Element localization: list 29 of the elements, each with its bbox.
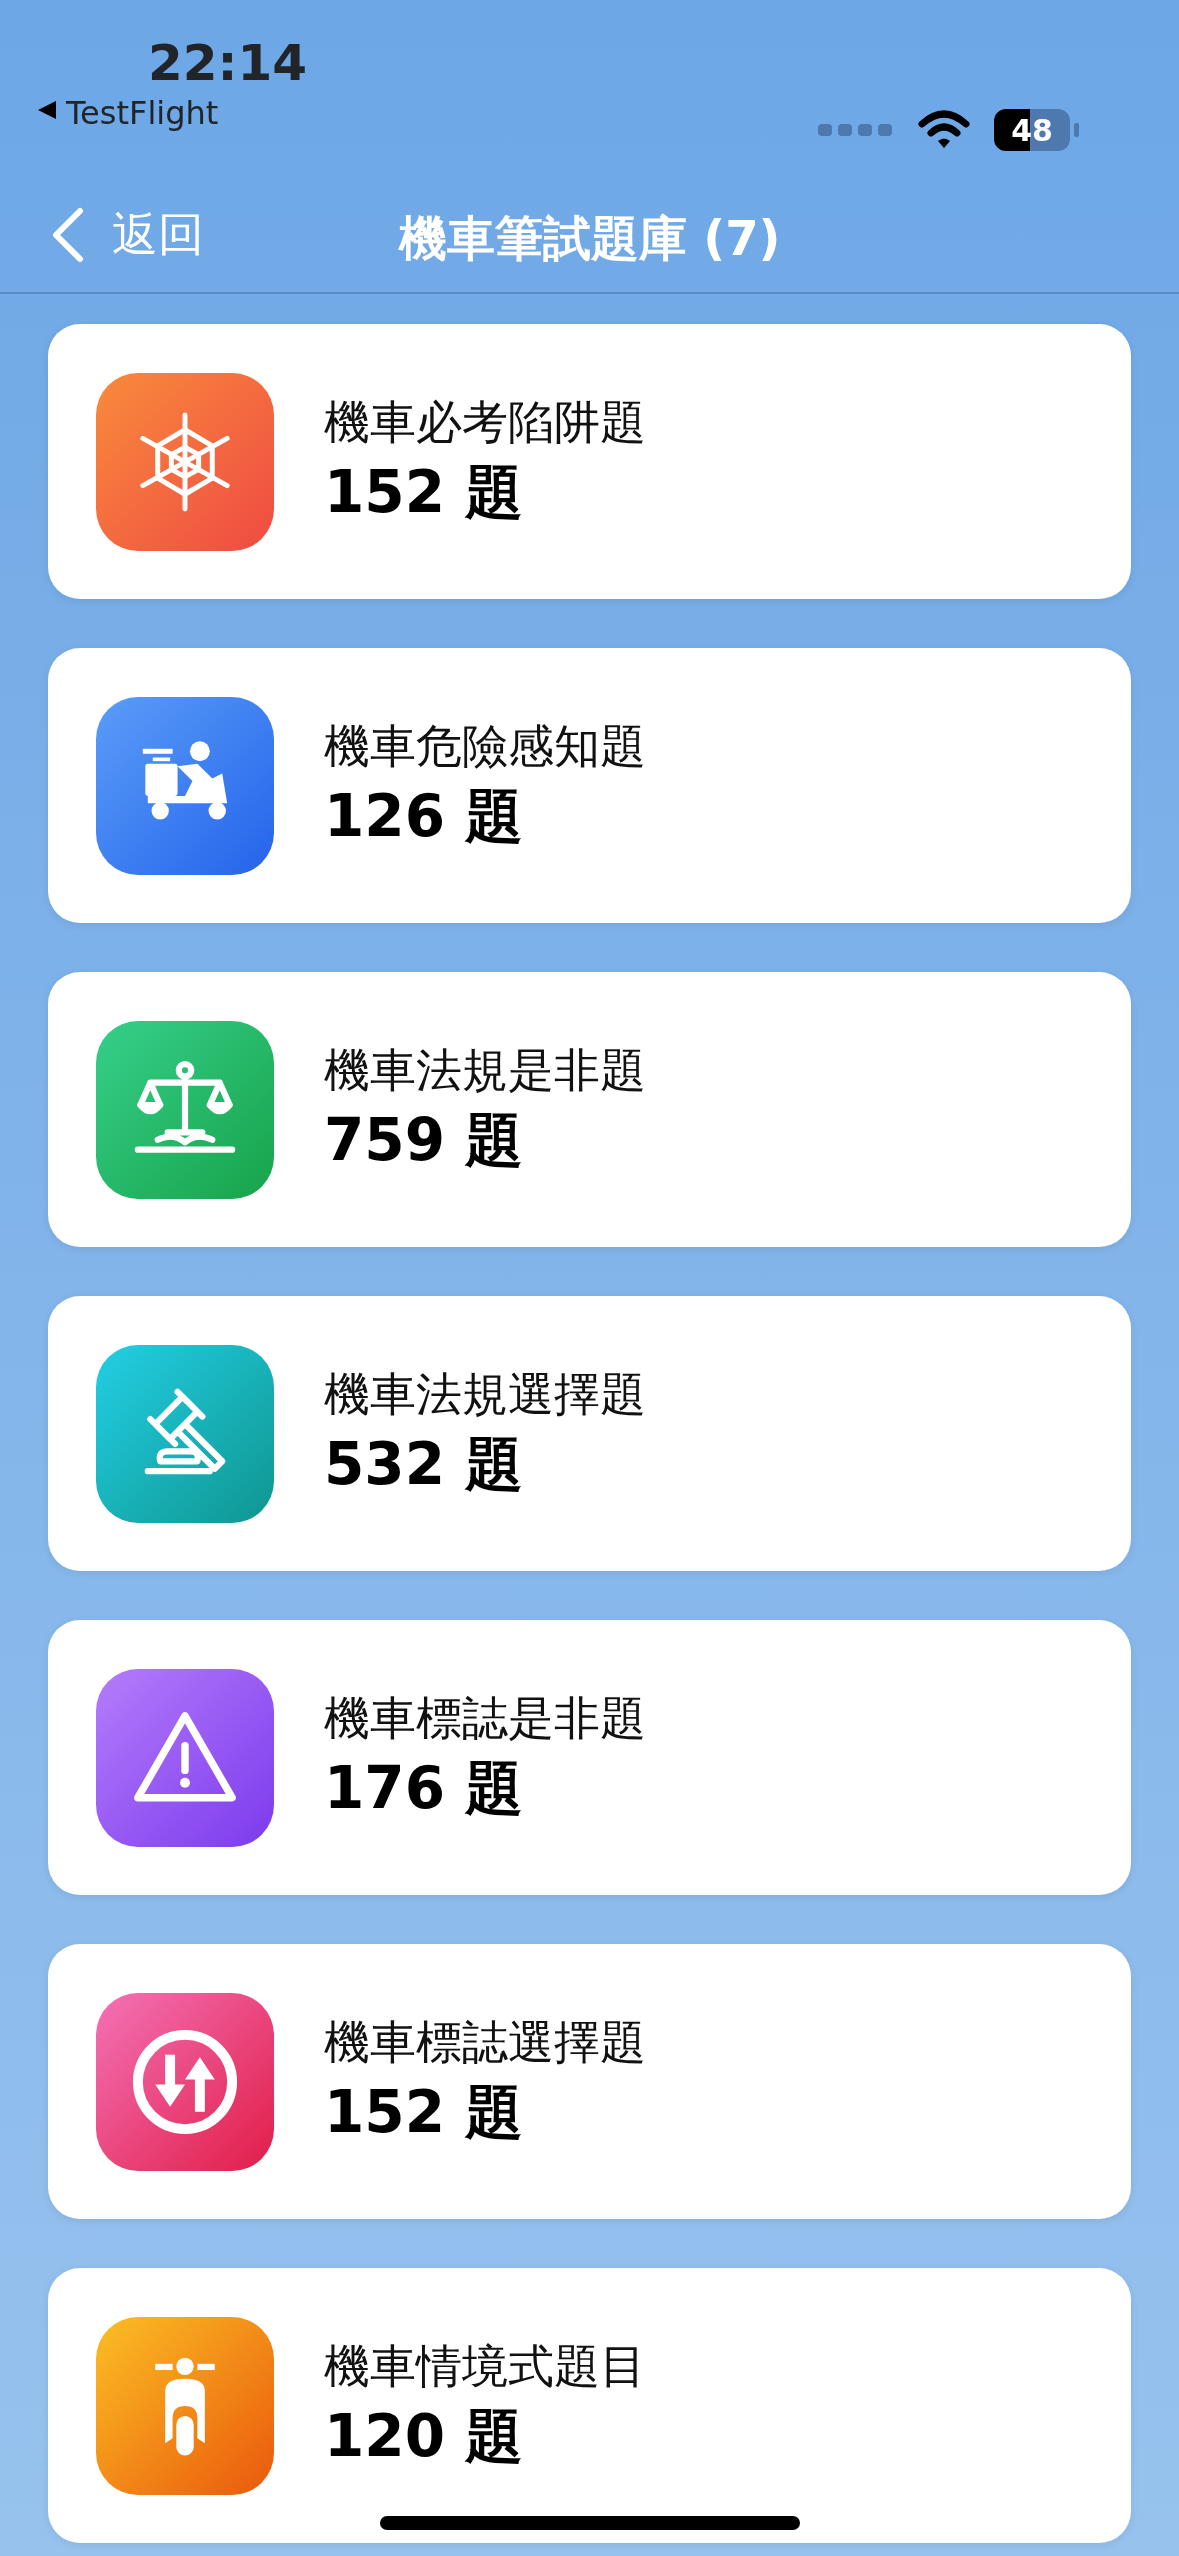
category-title: 機車標誌選擇題: [324, 2015, 646, 2071]
category-title: 機車情境式題目: [324, 2339, 646, 2395]
battery-tip-icon: [1074, 123, 1079, 137]
question-count: 120 題: [324, 2402, 525, 2472]
status-time: 22:14: [148, 38, 308, 88]
question-bank-card[interactable]: 機車危險感知題 126 題: [48, 648, 1131, 923]
question-bank-card[interactable]: 機車法規選擇題 532 題: [48, 1296, 1131, 1571]
nav-title: 機車筆試題庫 (7): [398, 214, 781, 268]
signal-dots-icon: [818, 122, 894, 138]
category-title: 機車法規選擇題: [324, 1367, 646, 1423]
back-triangle-icon: [36, 99, 58, 122]
category-title: 機車法規是非題: [324, 1043, 646, 1099]
chevron-left-icon: [50, 206, 84, 263]
question-count: 126 題: [324, 782, 525, 852]
question-count: 152 題: [324, 2078, 525, 2148]
question-bank-card[interactable]: 機車情境式題目 120 題: [48, 2268, 1131, 2543]
category-title: 機車標誌是非題: [324, 1691, 646, 1747]
back-to-app-link[interactable]: TestFlight: [66, 94, 219, 133]
question-bank-card[interactable]: 機車標誌選擇題 152 題: [48, 1944, 1131, 2219]
category-title: 機車危險感知題: [324, 719, 646, 775]
question-count: 176 題: [324, 1754, 525, 1824]
category-title: 機車必考陷阱題: [324, 395, 646, 451]
question-bank-card[interactable]: 機車法規是非題 759 題: [48, 972, 1131, 1247]
question-count: 759 題: [324, 1106, 525, 1176]
question-bank-card[interactable]: 機車標誌是非題 176 題: [48, 1620, 1131, 1895]
question-count: 152 題: [324, 458, 525, 528]
wifi-icon: [918, 110, 970, 150]
question-bank-card[interactable]: 機車必考陷阱題 152 題: [48, 324, 1131, 599]
question-count: 532 題: [324, 1430, 525, 1500]
